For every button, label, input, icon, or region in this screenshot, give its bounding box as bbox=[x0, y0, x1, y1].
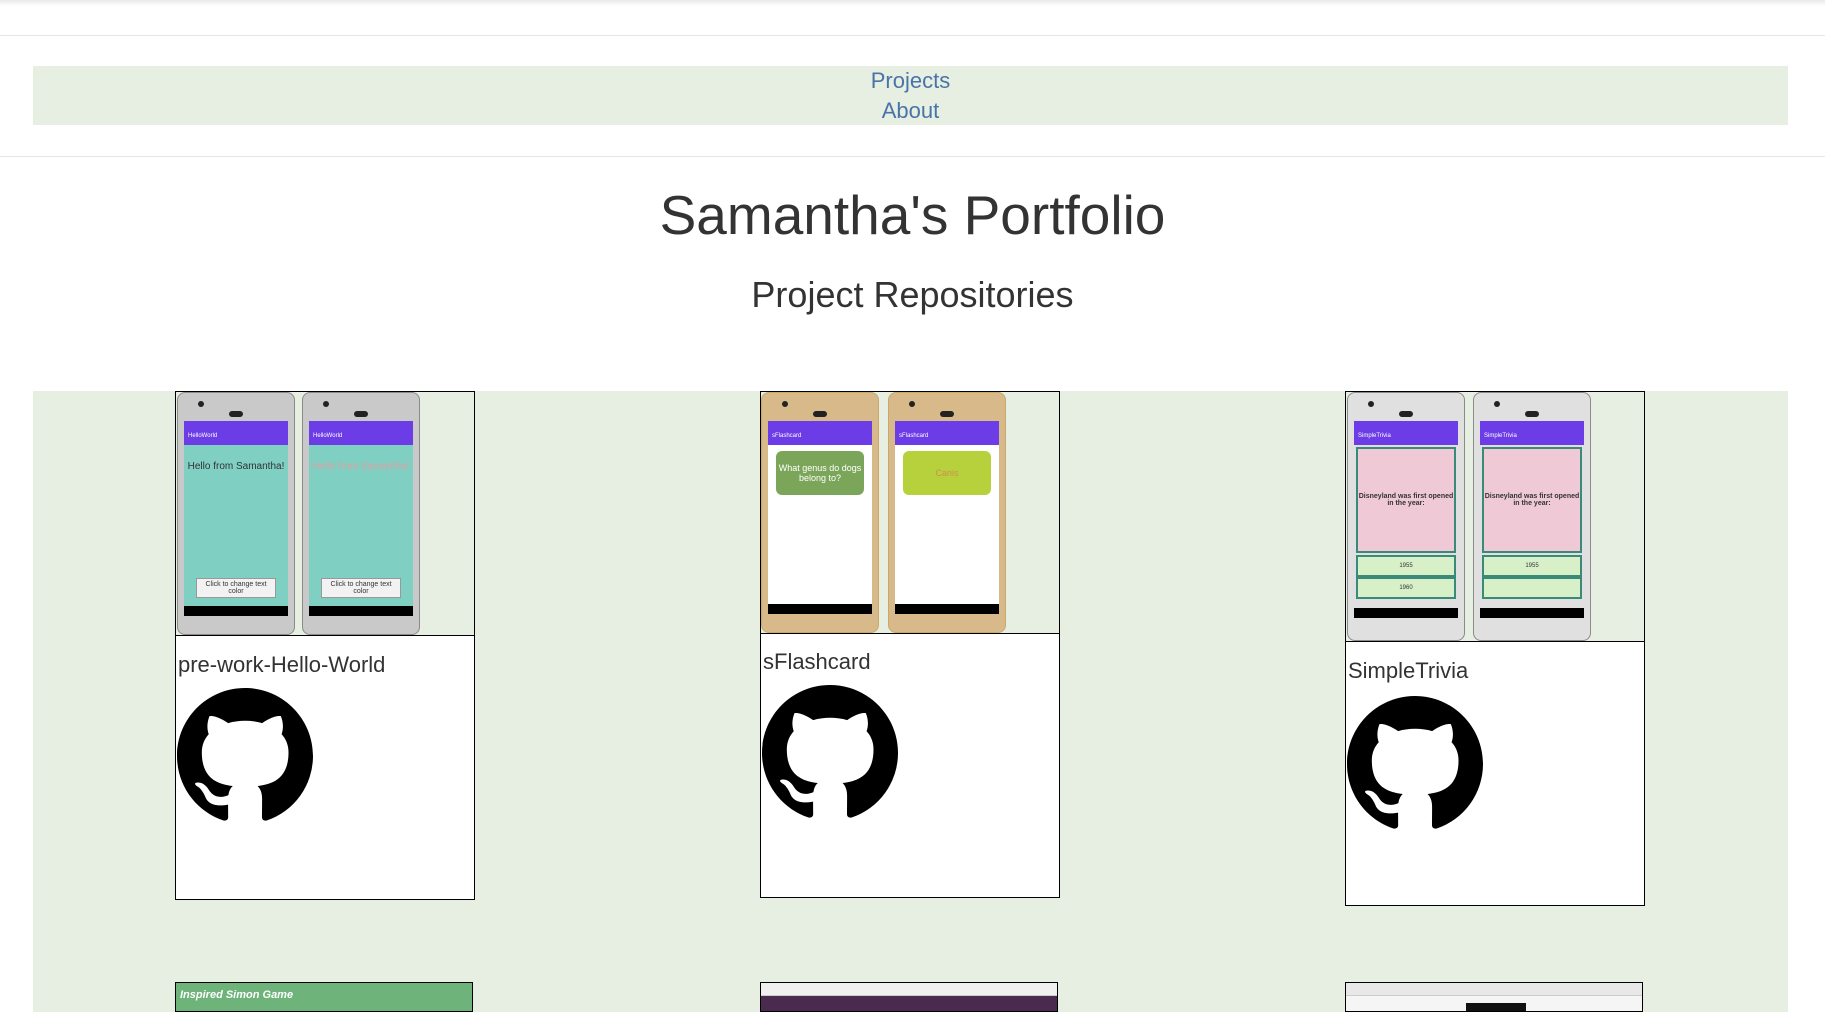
project-screenshot[interactable]: HelloWorld Hello from Samantha! Click to… bbox=[176, 392, 474, 636]
trivia-question: Disneyland was first opened in the year: bbox=[1356, 447, 1456, 553]
simon-title: Inspired Simon Game bbox=[180, 989, 294, 1001]
trivia-option bbox=[1482, 577, 1582, 599]
flashcard-question: What genus do dogs belong to? bbox=[776, 451, 864, 495]
nav-wrapper: Projects About bbox=[0, 36, 1825, 157]
trivia-option: 1955 bbox=[1356, 555, 1456, 577]
trivia-question: Disneyland was first opened in the year: bbox=[1482, 447, 1582, 553]
project-name[interactable]: sFlashcard bbox=[763, 649, 871, 675]
phone-mockup: sFlashcard Canis bbox=[888, 392, 1006, 633]
phone-mockup: sFlashcard What genus do dogs belong to? bbox=[761, 392, 879, 633]
browser-top-strip bbox=[0, 0, 1825, 36]
project-screenshot[interactable]: sFlashcard What genus do dogs belong to?… bbox=[761, 392, 1059, 634]
project-card-hello-world: HelloWorld Hello from Samantha! Click to… bbox=[175, 391, 475, 900]
project-screenshot-simon[interactable]: Inspired Simon Game bbox=[175, 982, 473, 1012]
trivia-option: 1960 bbox=[1356, 577, 1456, 599]
flashcard-answer: Canis bbox=[903, 451, 991, 495]
phone-mockup: SimpleTrivia Disneyland was first opened… bbox=[1473, 392, 1591, 641]
nav-link-about[interactable]: About bbox=[33, 96, 1788, 126]
phone-mockup: HelloWorld Hello from Samantha! Click to… bbox=[302, 392, 420, 635]
page-subtitle: Project Repositories bbox=[751, 274, 1074, 315]
github-icon[interactable] bbox=[762, 685, 898, 821]
project-card-sflashcard: sFlashcard What genus do dogs belong to?… bbox=[760, 391, 1060, 898]
nav-link-projects[interactable]: Projects bbox=[33, 66, 1788, 96]
screen-text: Hello from Samantha! bbox=[312, 461, 410, 472]
screen-text: Hello from Samantha! bbox=[187, 461, 285, 472]
github-icon[interactable] bbox=[1347, 696, 1483, 832]
phone-mockup: SimpleTrivia Disneyland was first opened… bbox=[1347, 392, 1465, 641]
project-screenshot[interactable]: SimpleTrivia Disneyland was first opened… bbox=[1346, 392, 1644, 642]
trivia-option: 1955 bbox=[1482, 555, 1582, 577]
project-screenshot-3[interactable] bbox=[1345, 982, 1643, 1012]
change-color-button: Click to change text color bbox=[196, 578, 276, 598]
phone-mockup: HelloWorld Hello from Samantha! Click to… bbox=[177, 392, 295, 635]
project-card-simpletrivia: SimpleTrivia Disneyland was first opened… bbox=[1345, 391, 1645, 906]
change-color-button: Click to change text color bbox=[321, 578, 401, 598]
project-name[interactable]: SimpleTrivia bbox=[1348, 658, 1468, 684]
navbar: Projects About bbox=[33, 66, 1788, 125]
project-screenshot-2[interactable] bbox=[760, 982, 1058, 1012]
project-name[interactable]: pre-work-Hello-World bbox=[178, 652, 385, 678]
github-icon[interactable] bbox=[177, 688, 313, 824]
page-title: Samantha's Portfolio bbox=[659, 184, 1166, 246]
